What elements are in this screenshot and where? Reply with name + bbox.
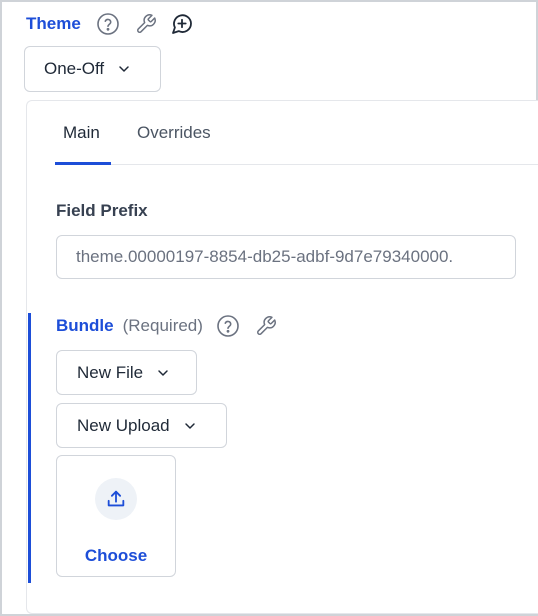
active-tab-indicator <box>55 162 111 165</box>
chevron-down-icon <box>155 365 171 381</box>
wrench-icon[interactable] <box>133 11 159 37</box>
upload-icon <box>95 478 137 520</box>
theme-mode-select-value: One-Off <box>44 59 105 78</box>
bundle-required-label: (Required) <box>122 316 203 335</box>
tab-overrides[interactable]: Overrides <box>137 123 211 143</box>
help-circle-icon[interactable] <box>215 313 241 339</box>
theme-header: Theme <box>26 11 195 37</box>
bundle-title: Bundle <box>56 316 114 335</box>
choose-label: Choose <box>84 546 148 565</box>
bundle-header: Bundle (Required) <box>56 311 279 341</box>
theme-editor-frame: Theme One-Off Main Overrides Field Prefi… <box>0 0 538 616</box>
bundle-source-select-value: New File <box>77 362 144 382</box>
tab-main[interactable]: Main <box>63 123 100 143</box>
chevron-down-icon <box>116 61 132 77</box>
choose-file-button[interactable]: Choose <box>56 455 176 577</box>
comment-add-icon[interactable] <box>169 11 195 37</box>
field-prefix-input[interactable] <box>56 235 516 279</box>
bundle-upload-select[interactable]: New Upload <box>56 403 227 448</box>
help-circle-icon[interactable] <box>95 11 121 37</box>
panel-tabs: Main Overrides <box>55 101 538 165</box>
bundle-source-select[interactable]: New File <box>56 350 197 395</box>
chevron-down-icon <box>182 418 198 434</box>
bundle-upload-select-value: New Upload <box>77 415 170 435</box>
theme-mode-select[interactable]: One-Off <box>24 46 161 92</box>
bundle-section-indicator <box>28 313 31 583</box>
wrench-icon[interactable] <box>253 313 279 339</box>
field-prefix-label: Field Prefix <box>56 201 148 220</box>
theme-panel: Main Overrides Field Prefix Bundle (Requ… <box>26 100 538 614</box>
theme-title: Theme <box>26 14 81 33</box>
